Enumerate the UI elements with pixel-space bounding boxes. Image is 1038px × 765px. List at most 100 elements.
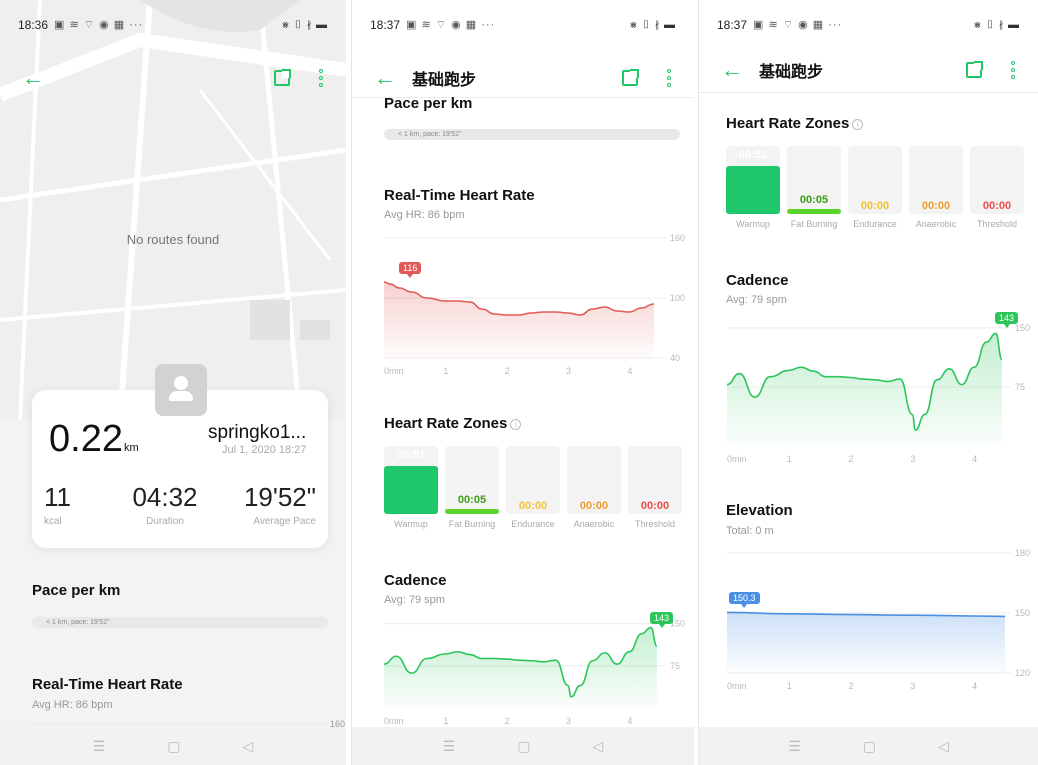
info-icon[interactable]: i bbox=[510, 418, 522, 430]
x-tick-label: 0min bbox=[384, 366, 404, 376]
y-tick-label: 180 bbox=[1015, 548, 1030, 558]
top-nav: ← bbox=[0, 60, 346, 96]
zone-label: Anaerobic bbox=[573, 519, 615, 529]
status-left-icons: ▣ ≋ ⌔ ◉ ▦ ··· bbox=[753, 19, 843, 31]
home-icon[interactable]: ▢ bbox=[167, 738, 180, 755]
more-options-icon[interactable] bbox=[1010, 61, 1016, 79]
heart-rate-avg: Avg HR: 86 bpm bbox=[384, 209, 465, 221]
zone-label: Threshold bbox=[976, 219, 1018, 229]
x-tick-label: 2 bbox=[849, 681, 854, 691]
zone-time: 00:00 bbox=[518, 500, 548, 512]
zone-bar: 00:00 bbox=[567, 446, 621, 514]
x-tick-label: 4 bbox=[972, 454, 977, 464]
back-triangle-icon[interactable]: ◁ bbox=[593, 738, 604, 755]
avatar-body bbox=[169, 391, 193, 401]
zone-label: Anaerobic bbox=[915, 219, 957, 229]
distance-value: 0.22km bbox=[49, 418, 139, 461]
pace-bar: < 1 km, pace: 19'52" bbox=[384, 129, 680, 140]
heart-rate-zones: 00:51 Warmup 00:05 Fat Burning 00:00 Enduranc… bbox=[384, 446, 682, 529]
series-area bbox=[727, 612, 1005, 673]
zone-fill bbox=[445, 509, 499, 514]
distance-unit: km bbox=[123, 442, 139, 454]
zone-endurance: 00:00 Endurance bbox=[848, 146, 902, 229]
zone-time: 00:51 bbox=[396, 449, 426, 461]
zone-time: 00:05 bbox=[799, 194, 829, 206]
zone-time: 00:00 bbox=[640, 500, 670, 512]
heart-rate-zones-title: Heart Rate Zones i bbox=[726, 115, 864, 132]
zone-time: 00:51 bbox=[738, 149, 768, 161]
back-arrow-icon[interactable]: ← bbox=[721, 57, 749, 83]
x-tick-label: 1 bbox=[443, 716, 448, 726]
pace-per-km-title: Pace per km bbox=[32, 582, 121, 599]
screen-running-details-scrolled: 18:37 ▣ ≋ ⌔ ◉ ▦ ··· ⨳ ▯ ∦ ▬ ← 基础跑步 Heart… bbox=[698, 0, 1038, 765]
pace-bar: < 1 km, pace: 19'52" bbox=[32, 617, 328, 628]
kcal-label: kcal bbox=[44, 516, 62, 527]
home-icon[interactable]: ▢ bbox=[863, 738, 876, 755]
share-icon[interactable] bbox=[966, 61, 983, 78]
zone-threshold: 00:00 Threshold bbox=[628, 446, 682, 529]
zone-fat-burning: 00:05 Fat Burning bbox=[787, 146, 841, 229]
status-right-icons: ⨳ ▯ ∦ ▬ bbox=[974, 18, 1020, 31]
elevation-total: Total: 0 m bbox=[726, 525, 774, 537]
menu-icon[interactable]: ☰ bbox=[93, 738, 106, 755]
x-tick-label: 0min bbox=[727, 454, 747, 464]
elevation-chart[interactable]: 180 150 120 0min 1 2 3 4 bbox=[725, 545, 1038, 695]
status-left-icons: ▣ ≋ ⌔ ◉ ▦ ··· bbox=[406, 19, 496, 31]
zones-title-text: Heart Rate Zones bbox=[726, 115, 850, 132]
top-nav: ← 基础跑步 bbox=[699, 52, 1038, 88]
cadence-max-pin: 143 bbox=[650, 612, 674, 628]
zone-bar: 00:00 bbox=[970, 146, 1024, 214]
zone-warmup: 00:51 Warmup bbox=[384, 446, 438, 529]
heart-rate-chart[interactable]: 160 100 40 0min 1 2 3 4 bbox=[382, 228, 694, 380]
back-arrow-icon[interactable]: ← bbox=[374, 65, 402, 91]
system-nav-bar: ☰ ▢ ◁ bbox=[699, 727, 1038, 765]
username: springko1... bbox=[208, 422, 307, 443]
zone-bar: 00:00 bbox=[628, 446, 682, 514]
page-title: 基础跑步 bbox=[759, 64, 824, 81]
y-tick-label: 120 bbox=[1015, 668, 1030, 678]
menu-icon[interactable]: ☰ bbox=[788, 738, 801, 755]
zone-endurance: 00:00 Endurance bbox=[506, 446, 560, 529]
duration-value: 04:32 bbox=[132, 482, 198, 512]
menu-icon[interactable]: ☰ bbox=[443, 738, 456, 755]
back-arrow-icon[interactable]: ← bbox=[22, 65, 50, 91]
x-tick-label: 4 bbox=[627, 366, 632, 376]
cadence-chart[interactable]: 150750min 1 2 3 4 bbox=[725, 312, 1038, 468]
info-icon[interactable]: i bbox=[852, 118, 864, 130]
zone-fill bbox=[726, 166, 780, 214]
pace-label: Average Pace bbox=[253, 516, 316, 527]
cadence-max-pin: 143 bbox=[995, 312, 1019, 328]
zone-bar: 00:00 bbox=[909, 146, 963, 214]
cadence-max-label: 143 bbox=[654, 613, 670, 623]
back-triangle-icon[interactable]: ◁ bbox=[243, 738, 254, 755]
zone-label: Warmup bbox=[394, 519, 428, 529]
share-icon[interactable] bbox=[274, 69, 291, 86]
zone-anaerobic: 00:00 Anaerobic bbox=[909, 146, 963, 229]
zone-label: Fat Burning bbox=[448, 519, 496, 529]
share-icon[interactable] bbox=[622, 69, 639, 86]
cadence-chart[interactable]: 150750min 1 2 3 4 bbox=[382, 612, 694, 730]
more-options-icon[interactable] bbox=[666, 69, 672, 87]
elevation-title: Elevation bbox=[726, 502, 793, 519]
x-tick-label: 1 bbox=[787, 454, 792, 464]
status-time: 18:36 bbox=[18, 18, 49, 32]
x-tick-label: 3 bbox=[910, 681, 915, 691]
zone-label: Fat Burning bbox=[790, 219, 838, 229]
zone-time: 00:00 bbox=[860, 200, 890, 212]
home-icon[interactable]: ▢ bbox=[517, 738, 530, 755]
avatar[interactable] bbox=[155, 364, 207, 416]
status-right-icons: ⨳ ▯ ∦ ▬ bbox=[282, 18, 328, 31]
series-area bbox=[384, 282, 654, 358]
more-options-icon[interactable] bbox=[318, 69, 324, 87]
chart-gridline bbox=[32, 724, 328, 725]
y-tick-label: 150 bbox=[1015, 608, 1030, 618]
y-tick-label: 40 bbox=[670, 353, 680, 363]
zone-fill bbox=[384, 466, 438, 514]
back-triangle-icon[interactable]: ◁ bbox=[938, 738, 949, 755]
heart-rate-zones-title: Heart Rate Zones i bbox=[384, 415, 522, 432]
status-right-icons: ⨳ ▯ ∦ ▬ bbox=[630, 18, 676, 31]
x-tick-label: 2 bbox=[505, 366, 510, 376]
elevation-start-label: 150.3 bbox=[733, 593, 756, 603]
zone-anaerobic: 00:00 Anaerobic bbox=[567, 446, 621, 529]
zone-bar: 00:05 bbox=[445, 446, 499, 514]
